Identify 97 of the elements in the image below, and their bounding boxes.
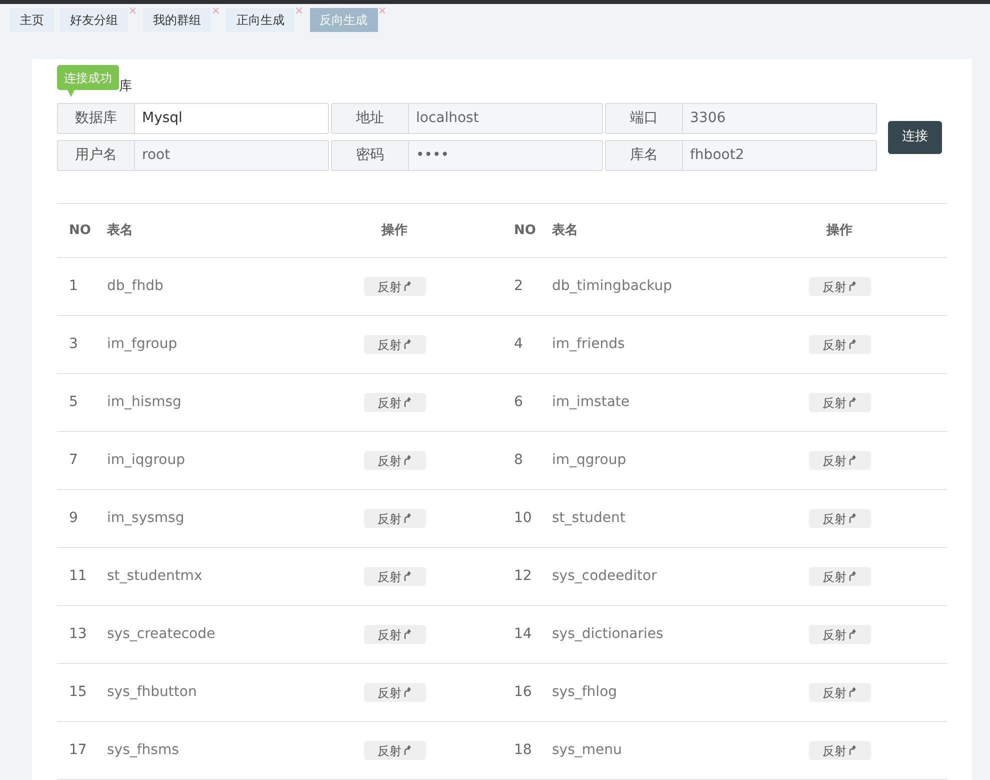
reflect-button[interactable]: 反射 <box>808 509 870 528</box>
row-number: 3 <box>68 335 79 354</box>
row-number: 2 <box>513 277 524 296</box>
table-name: sys_fhsms <box>107 741 180 760</box>
table-name: db_timingbackup <box>552 277 674 296</box>
field-value: root <box>141 146 172 165</box>
tab[interactable]: 好友分组 <box>60 8 128 32</box>
row-number: 18 <box>513 741 533 760</box>
section-heading: 库 <box>119 78 132 96</box>
row-number: 16 <box>513 683 533 702</box>
curved-arrow-icon <box>848 455 856 466</box>
reflect-button[interactable]: 反射 <box>364 393 426 412</box>
curved-arrow-icon <box>848 745 856 756</box>
table-name: st_student <box>552 509 626 528</box>
column-header: NO <box>513 222 537 240</box>
row-number: 6 <box>513 393 524 412</box>
curved-arrow-icon <box>848 339 856 350</box>
curved-arrow-icon <box>404 745 412 756</box>
field-value: 3306 <box>689 109 727 128</box>
curved-arrow-icon <box>404 281 412 292</box>
reflect-button[interactable]: 反射 <box>364 625 426 644</box>
field-label: 端口 <box>606 104 683 133</box>
table-name: im_fgroup <box>107 335 178 354</box>
row-number: 5 <box>68 393 79 412</box>
column-header: 表名 <box>552 222 579 240</box>
table-name: sys_fhlog <box>552 683 618 702</box>
row-number: 17 <box>68 741 88 760</box>
tab[interactable]: 正向生成 <box>226 8 294 32</box>
curved-arrow-icon <box>404 687 412 698</box>
row-number: 14 <box>513 625 533 644</box>
table-name: im_friends <box>552 335 626 354</box>
column-header: 操作 <box>825 222 854 240</box>
row-number: 11 <box>68 567 88 586</box>
table-name: im_hismsg <box>107 393 182 412</box>
reflect-button[interactable]: 反射 <box>808 567 870 586</box>
reflect-button[interactable]: 反射 <box>808 335 870 354</box>
row-number: 4 <box>513 335 524 354</box>
field-value: fhboot2 <box>689 146 746 165</box>
reflect-button[interactable]: 反射 <box>808 451 870 470</box>
curved-arrow-icon <box>848 397 856 408</box>
reflect-button[interactable]: 反射 <box>808 277 870 296</box>
reflect-button[interactable]: 反射 <box>364 741 426 760</box>
field-value: Mysql <box>141 109 184 128</box>
table-name: sys_fhbutton <box>107 683 198 702</box>
curved-arrow-icon <box>848 281 856 292</box>
table-name: im_iqgroup <box>107 451 186 470</box>
row-number: 9 <box>68 509 79 528</box>
column-header: 操作 <box>380 222 408 240</box>
table-name: sys_codeeditor <box>552 567 658 586</box>
reflect-button[interactable]: 反射 <box>808 625 870 644</box>
curved-arrow-icon <box>404 629 412 640</box>
table-name: im_qgroup <box>552 451 628 470</box>
curved-arrow-icon <box>848 629 856 640</box>
reflect-button[interactable]: 反射 <box>808 683 870 702</box>
row-number: 12 <box>513 567 533 586</box>
table-name: sys_dictionaries <box>552 625 664 644</box>
table-name: sys_menu <box>552 741 623 760</box>
table-name: st_studentmx <box>107 567 204 586</box>
field-label: 用户名 <box>58 141 135 170</box>
table-name: im_imstate <box>552 393 631 412</box>
reflect-button[interactable]: 反射 <box>808 393 870 412</box>
curved-arrow-icon <box>404 397 412 408</box>
field-label: 数据库 <box>58 104 135 133</box>
row-number: 1 <box>68 277 79 296</box>
curved-arrow-icon <box>404 513 412 524</box>
curved-arrow-icon <box>848 513 856 524</box>
row-number: 7 <box>68 451 79 470</box>
curved-arrow-icon <box>404 571 412 582</box>
table-name: sys_createcode <box>107 625 216 644</box>
table-name: db_fhdb <box>107 277 164 296</box>
field-value: •••• <box>415 146 450 165</box>
row-number: 13 <box>68 625 88 644</box>
input-field[interactable]: 数据库 Mysql <box>57 103 329 134</box>
tab[interactable]: 我的群组 <box>143 8 212 32</box>
reflect-button[interactable]: 反射 <box>808 741 870 760</box>
field-value: localhost <box>415 109 480 128</box>
row-number: 10 <box>513 509 533 528</box>
curved-arrow-icon <box>404 455 412 466</box>
field-label: 密码 <box>332 141 409 170</box>
reflect-button[interactable]: 反射 <box>364 683 426 702</box>
column-header: 表名 <box>107 222 134 240</box>
column-header: NO <box>68 222 92 240</box>
reflect-button[interactable]: 反射 <box>364 335 426 354</box>
reflect-button[interactable]: 反射 <box>364 567 426 586</box>
field-label: 地址 <box>332 104 409 133</box>
field-label: 库名 <box>606 141 683 170</box>
reflect-button[interactable]: 反射 <box>364 277 426 296</box>
connect-button[interactable]: 连接 <box>888 120 942 154</box>
reflect-button[interactable]: 反射 <box>364 509 426 528</box>
row-number: 15 <box>68 683 88 702</box>
reflect-button[interactable]: 反射 <box>364 451 426 470</box>
curved-arrow-icon <box>404 339 412 350</box>
row-number: 8 <box>513 451 524 470</box>
table-name: im_sysmsg <box>107 509 186 528</box>
tab[interactable]: 主页 <box>10 8 54 32</box>
curved-arrow-icon <box>848 571 856 582</box>
curved-arrow-icon <box>848 687 856 698</box>
